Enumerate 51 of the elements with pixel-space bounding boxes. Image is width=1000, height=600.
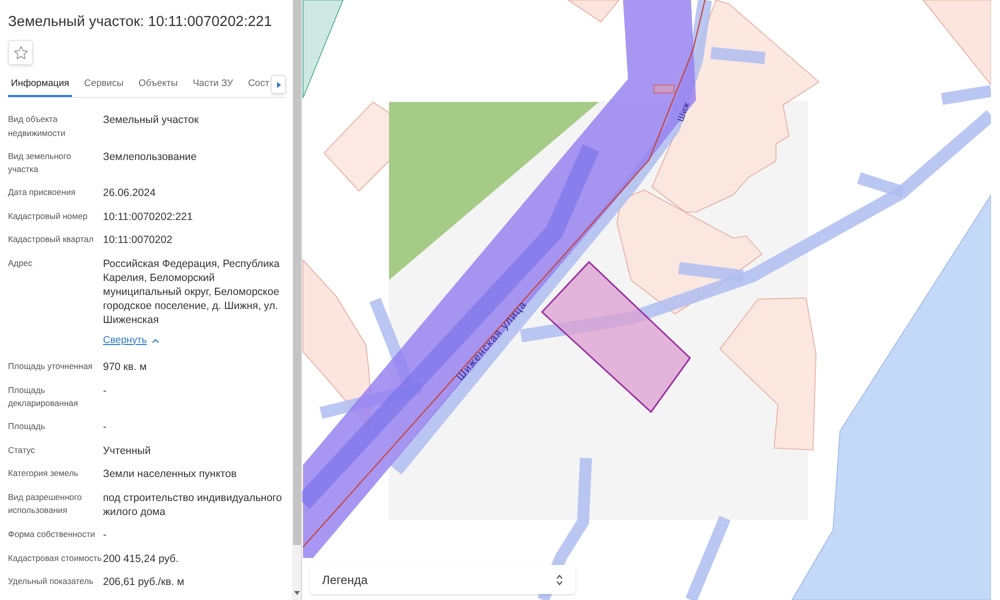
star-icon: [14, 46, 28, 60]
tab-scroll-button[interactable]: [271, 75, 286, 94]
field-value: 206,61 руб./кв. м: [103, 575, 186, 589]
field-value: 970 кв. м: [103, 360, 148, 374]
field-label: Адрес: [8, 256, 34, 270]
field-value: -: [103, 420, 108, 434]
field-value: 26.06.2024: [103, 186, 157, 200]
legend-select[interactable]: Легенда: [310, 565, 575, 594]
field-label: Кадастровый номер: [8, 210, 88, 223]
field-label: Дата присвоения: [8, 186, 76, 199]
parcel-polygon: [566, 0, 620, 23]
building-outline: [654, 84, 674, 94]
field-label: Вид разрешенного использования: [8, 490, 83, 517]
scroll-down-arrow-icon[interactable]: [294, 591, 300, 595]
tab[interactable]: Объекты: [136, 74, 181, 97]
field-label: Площадь: [8, 420, 46, 433]
scrollbar-thumb[interactable]: [292, 0, 300, 545]
panel-title: Земельный участок: 10:11:0070202:221: [8, 13, 273, 32]
road-line: [941, 85, 991, 105]
chevron-up-icon: [152, 338, 159, 342]
field-label: Вид земельного участка: [8, 150, 72, 176]
tab[interactable]: Сост: [245, 74, 271, 97]
field-value: 10:11:0070202: [103, 233, 174, 247]
tab[interactable]: Части ЗУ: [190, 74, 236, 97]
collapse-link[interactable]: Свернуть: [103, 334, 159, 348]
field-value: 200 415,24 руб.: [103, 552, 180, 566]
field-value: -: [103, 528, 108, 542]
field-label: Вид объекта недвижимости: [8, 113, 66, 140]
field-label: Площадь уточненная: [8, 360, 94, 373]
field-value: Учтенный: [103, 444, 152, 458]
favorite-button[interactable]: [8, 40, 33, 65]
street-label: Шиж: [675, 100, 692, 123]
tab[interactable]: Информация: [8, 74, 72, 97]
up-down-chevron-icon: [556, 574, 563, 586]
field-label: Статус: [8, 444, 36, 457]
field-label: Площадь декларированная: [8, 384, 79, 410]
field-label: Удельный показатель: [8, 575, 94, 588]
field-label: Кадастровый квартал: [8, 233, 95, 246]
field-value: Земли населенных пунктов: [103, 467, 238, 481]
field-value: 10:11:0070202:221: [103, 210, 194, 224]
field-label: Кадастровая стоимость: [8, 552, 103, 565]
field-value: Российская Федерация, Республика Карелия, Беломорский муниципальный округ, Беломорское городское поселение, д. Шижня, ул. Шиженская: [103, 256, 281, 326]
caret-right-icon: [276, 82, 280, 88]
field-value: Землепользование: [103, 150, 198, 164]
field-value: под строительство индивидуального жилого дома: [103, 490, 283, 518]
field-label: Форма собственности: [8, 528, 96, 541]
field-value: -: [103, 384, 108, 398]
field-value: Земельный участок: [103, 113, 200, 127]
scrollbar[interactable]: [292, 0, 302, 600]
field-label: Категория земель: [8, 467, 80, 480]
tab[interactable]: Сервисы: [81, 74, 127, 97]
